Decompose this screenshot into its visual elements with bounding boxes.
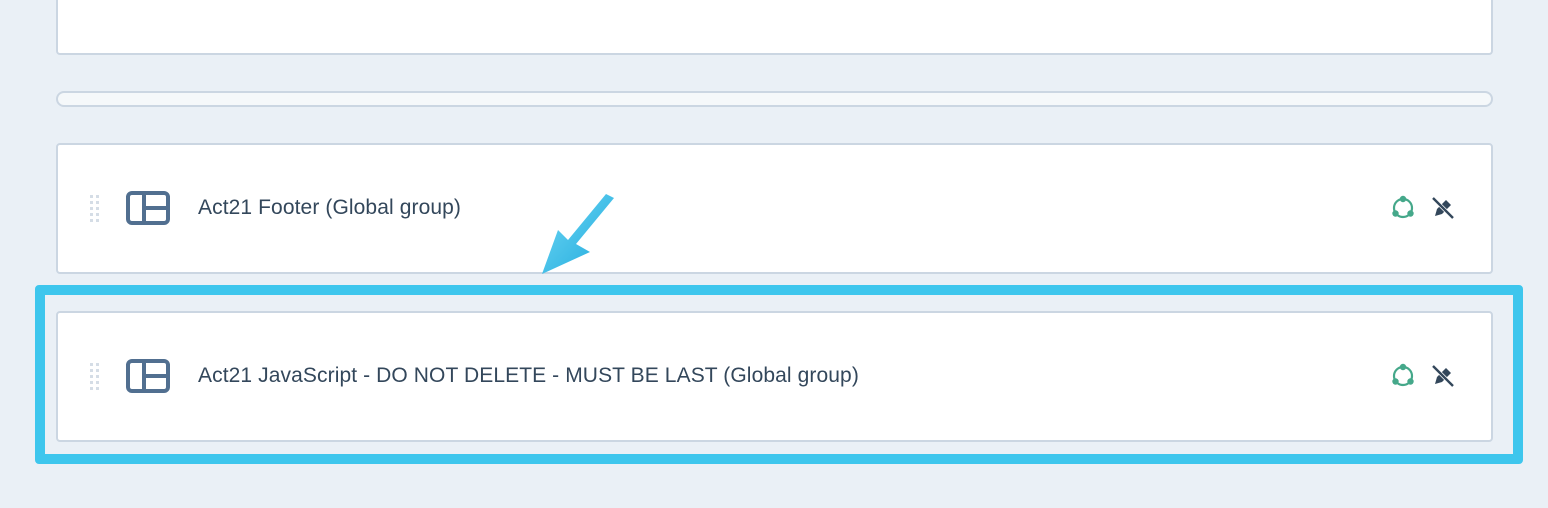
module-title: Act21 Footer (Global group) <box>198 196 461 219</box>
layout-icon <box>126 191 170 225</box>
module-card-footer[interactable]: Act21 Footer (Global group) <box>56 143 1493 274</box>
drag-handle-icon[interactable] <box>90 363 100 393</box>
global-group-icon[interactable] <box>1388 361 1418 391</box>
module-card-javascript[interactable]: Act21 JavaScript - DO NOT DELETE - MUST … <box>56 311 1493 442</box>
module-card-partial <box>56 0 1493 55</box>
module-actions <box>1388 361 1458 391</box>
module-actions <box>1388 193 1458 223</box>
global-group-icon[interactable] <box>1388 193 1418 223</box>
module-title: Act21 JavaScript - DO NOT DELETE - MUST … <box>198 364 859 387</box>
drag-handle-icon[interactable] <box>90 195 100 225</box>
layout-icon <box>126 359 170 393</box>
empty-drop-zone <box>56 91 1493 107</box>
edit-off-icon[interactable] <box>1428 193 1458 223</box>
edit-off-icon[interactable] <box>1428 361 1458 391</box>
page: Act21 Footer (Global group) Act21 JavaSc… <box>0 0 1548 508</box>
